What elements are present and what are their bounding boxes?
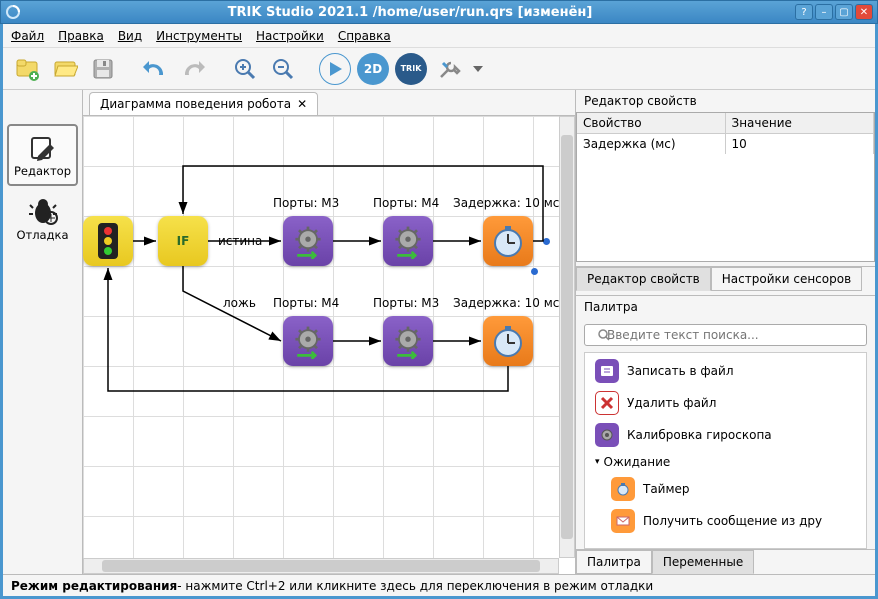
editor-icon — [28, 132, 58, 162]
run-button[interactable] — [319, 53, 351, 85]
menu-file[interactable]: Файл — [11, 29, 44, 43]
v-scrollbar[interactable] — [559, 116, 575, 558]
property-row[interactable]: Задержка (мс) 10 — [577, 134, 874, 154]
start-block[interactable] — [83, 216, 133, 266]
menubar: Файл Правка Вид Инструменты Настройки Сп… — [3, 24, 875, 48]
menu-edit[interactable]: Правка — [58, 29, 104, 43]
trik-button[interactable]: TRIK — [395, 53, 427, 85]
mode-debug[interactable]: Отладка — [7, 190, 78, 248]
palette-tabs: Палитра Переменные — [576, 549, 875, 574]
h-scrollbar[interactable] — [83, 558, 559, 574]
bug-icon — [28, 196, 58, 226]
palette-item-delete[interactable]: Удалить файл — [593, 387, 858, 419]
palette-item-label: Записать в файл — [627, 364, 734, 378]
toolbar-dropdown[interactable] — [471, 53, 485, 85]
2d-button[interactable]: 2D — [357, 53, 389, 85]
palette-item-gyro[interactable]: Калибровка гироскопа — [593, 419, 858, 451]
palette-item-recv[interactable]: Получить сообщение из дру — [593, 505, 858, 537]
palette-item-label: Калибровка гироскопа — [627, 428, 772, 442]
toolbar: 2D TRIK — [3, 48, 875, 90]
palette-search-input[interactable] — [584, 324, 867, 346]
motor-bot-2-label: Порты: M3 — [373, 296, 439, 310]
menu-help[interactable]: Справка — [338, 29, 391, 43]
prop-name: Задержка (мс) — [577, 134, 726, 154]
col-value: Значение — [726, 113, 875, 133]
motor-bot-1-label: Порты: M4 — [273, 296, 339, 310]
selection-handle[interactable] — [543, 238, 550, 245]
titlebar: TRIK Studio 2021.1 /home/user/run.qrs [и… — [0, 0, 878, 24]
close-button[interactable]: ✕ — [855, 4, 873, 20]
motor-block-top-1[interactable] — [283, 216, 333, 266]
palette-title: Палитра — [576, 296, 875, 318]
tab-variables[interactable]: Переменные — [652, 550, 754, 574]
open-file-button[interactable] — [49, 53, 81, 85]
maximize-button[interactable]: ▢ — [835, 4, 853, 20]
edge-false-label: ложь — [223, 296, 256, 310]
motor-block-bot-2[interactable] — [383, 316, 433, 366]
right-panel: Редактор свойств Свойство Значение Задер… — [575, 90, 875, 574]
properties-title: Редактор свойств — [576, 90, 875, 112]
menu-view[interactable]: Вид — [118, 29, 142, 43]
caret-down-icon: ▾ — [595, 457, 600, 467]
motor-top-1-label: Порты: M3 — [273, 196, 339, 210]
status-mode: Режим редактирования — [11, 579, 177, 593]
timer-top-label: Задержка: 10 мс — [453, 196, 559, 210]
tab-palette[interactable]: Палитра — [576, 550, 652, 574]
prop-value[interactable]: 10 — [726, 134, 875, 154]
tab-sensors[interactable]: Настройки сенсоров — [711, 267, 862, 291]
timer-bot-label: Задержка: 10 мс — [453, 296, 559, 310]
mode-sidebar: Редактор Отладка — [3, 90, 83, 574]
palette-group-label: Ожидание — [604, 455, 671, 469]
palette-item-write[interactable]: Записать в файл — [593, 355, 858, 387]
app-icon — [5, 4, 21, 20]
palette-item-label: Получить сообщение из дру — [643, 514, 822, 528]
motor-top-2-label: Порты: M4 — [373, 196, 439, 210]
new-file-button[interactable] — [11, 53, 43, 85]
zoom-in-button[interactable] — [229, 53, 261, 85]
motor-block-top-2[interactable] — [383, 216, 433, 266]
palette-panel: Палитра Записать в файл Удалить файл Кал… — [576, 295, 875, 574]
palette-item-label: Удалить файл — [627, 396, 716, 410]
mode-editor-label: Редактор — [14, 164, 71, 178]
diagram-tab-label: Диаграмма поведения робота — [100, 97, 291, 111]
timer-block-top[interactable] — [483, 216, 533, 266]
mode-debug-label: Отладка — [16, 228, 68, 242]
if-block[interactable]: IF — [158, 216, 208, 266]
help-window-button[interactable]: ? — [795, 4, 813, 20]
status-bar[interactable]: Режим редактирования - нажмите Ctrl+2 ил… — [3, 574, 875, 596]
palette-search — [584, 324, 867, 346]
close-tab-icon[interactable]: ✕ — [297, 97, 307, 111]
motor-block-bot-1[interactable] — [283, 316, 333, 366]
status-hint: - нажмите Ctrl+2 или кликните здесь для … — [177, 579, 653, 593]
edge-true-label: истина — [218, 234, 262, 248]
tools-button[interactable] — [433, 53, 465, 85]
props-tabs: Редактор свойств Настройки сенсоров — [576, 266, 875, 291]
palette-list[interactable]: Записать в файл Удалить файл Калибровка … — [584, 352, 867, 549]
palette-group-wait[interactable]: ▾ Ожидание — [593, 451, 858, 473]
minimize-button[interactable]: – — [815, 4, 833, 20]
editor-area: Диаграмма поведения робота ✕ IF Порты: M… — [83, 90, 575, 574]
redo-button[interactable] — [177, 53, 209, 85]
menu-settings[interactable]: Настройки — [256, 29, 324, 43]
tab-properties[interactable]: Редактор свойств — [576, 267, 711, 291]
window-title: TRIK Studio 2021.1 /home/user/run.qrs [и… — [27, 5, 793, 20]
zoom-out-button[interactable] — [267, 53, 299, 85]
palette-item-label: Таймер — [643, 482, 690, 496]
selection-handle[interactable] — [531, 268, 538, 275]
properties-table[interactable]: Свойство Значение Задержка (мс) 10 — [576, 112, 875, 262]
menu-tools[interactable]: Инструменты — [156, 29, 242, 43]
save-button[interactable] — [87, 53, 119, 85]
search-icon — [598, 329, 610, 341]
diagram-canvas[interactable]: IF Порты: M3 Порты: M4 Задержка: 10 мс П… — [83, 116, 559, 558]
mode-editor[interactable]: Редактор — [7, 124, 78, 186]
col-property: Свойство — [577, 113, 726, 133]
undo-button[interactable] — [139, 53, 171, 85]
diagram-tabs: Диаграмма поведения робота ✕ — [83, 90, 575, 116]
palette-item-timer[interactable]: Таймер — [593, 473, 858, 505]
timer-block-bot[interactable] — [483, 316, 533, 366]
diagram-tab[interactable]: Диаграмма поведения робота ✕ — [89, 92, 318, 115]
